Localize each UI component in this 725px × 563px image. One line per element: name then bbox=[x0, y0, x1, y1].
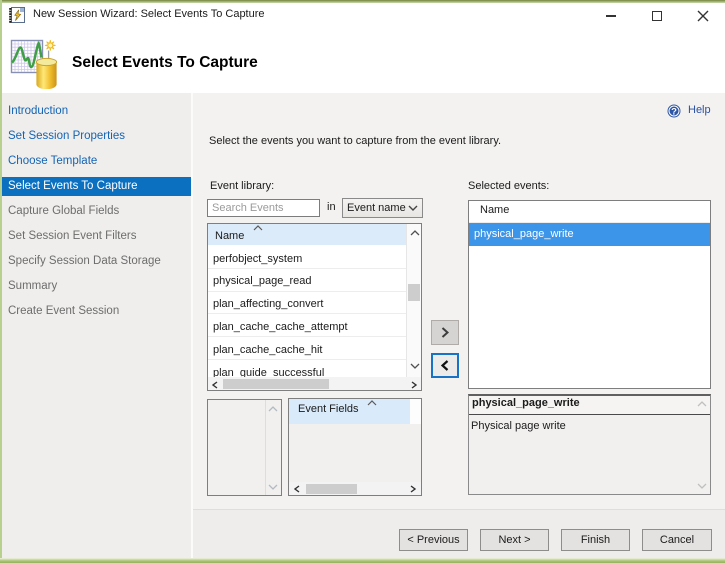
svg-text:?: ? bbox=[671, 106, 677, 117]
